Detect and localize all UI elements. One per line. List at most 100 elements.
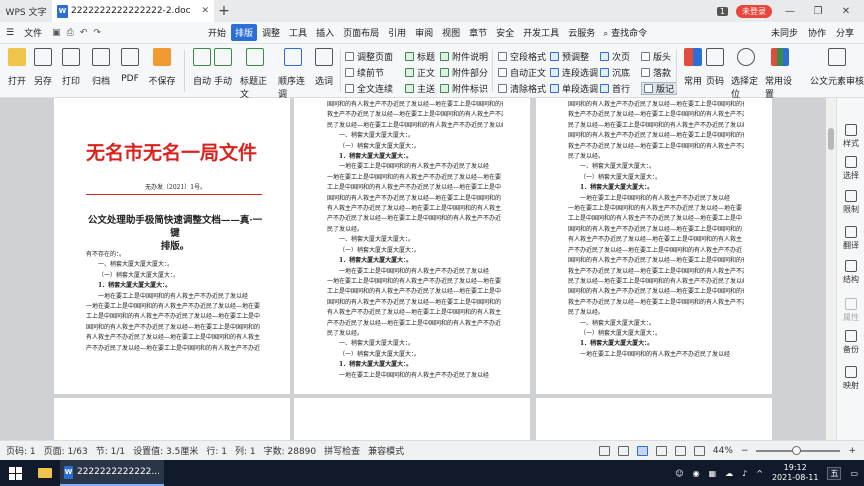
minimize-icon[interactable]: — [780,6,800,17]
menu-tab[interactable]: 工具 [285,24,311,41]
side-map-button[interactable]: 映射 [837,366,864,391]
clear-format-button[interactable]: 清除格式 [498,82,546,95]
cloud-icon[interactable]: ☁ [725,469,733,478]
hamburger-icon[interactable]: ☰ [6,28,14,38]
pdf-button[interactable]: PDF [115,48,145,84]
heading-button[interactable]: 标题 [405,50,435,63]
menu-tab[interactable]: 引用 [384,24,410,41]
taskbar-clock[interactable]: 19:12 2021-08-11 [772,463,819,483]
login-button[interactable]: 未登录 [736,4,772,18]
element-review-button[interactable]: 公文元素审核 [810,48,864,87]
maximize-icon[interactable]: ❐ [808,6,828,17]
page-5[interactable] [294,398,530,440]
manual-button[interactable]: 手动 [208,48,238,87]
wechat-icon[interactable]: ◉ [693,469,700,478]
auto-body-button[interactable]: 自动正文 [498,66,546,79]
attachment-note-button[interactable]: 附件说明 [440,50,488,63]
next-page-button[interactable]: 次页 [600,50,630,63]
new-tab-button[interactable]: + [214,3,234,19]
status-item[interactable]: 拼写检查 [324,444,360,457]
select-locate-button[interactable]: 选择定位 [731,48,761,100]
page-view-icon[interactable] [636,445,648,456]
continue-section-button[interactable]: 续前节 [345,66,393,79]
zoom-slider[interactable] [756,445,841,455]
menu-tab[interactable]: 开始 [204,24,230,41]
record-button[interactable]: 版记 [641,82,678,95]
undo-icon[interactable]: ↶ [80,28,88,38]
archive-button[interactable]: 归档 [86,48,116,87]
common-settings-button[interactable]: 常用设置 [765,48,795,100]
document-canvas[interactable]: 无名市无名一局文件 无办发〔2021〕1号。 公文处理助手极简快速调整文档——真… [0,98,826,440]
web-view-icon[interactable] [674,445,686,456]
single-para-select-button[interactable]: 单段选调 [550,82,598,95]
menu-tab[interactable]: 视图 [438,24,464,41]
sink-bottom-button[interactable]: 沉底 [600,66,630,79]
outline-view-icon[interactable] [655,445,667,456]
chevron-up-icon[interactable]: ^ [756,469,763,478]
full-continue-button[interactable]: 全文连续 [345,82,393,95]
menu-tab[interactable]: 页面布局 [339,24,383,41]
wps-home-tab[interactable]: WPS 文字 [0,0,52,22]
close-icon[interactable]: ✕ [201,6,209,16]
page-4[interactable] [54,398,290,440]
start-button[interactable] [0,460,30,486]
side-style-button[interactable]: 样式 [837,124,864,149]
menu-tab[interactable]: 安全 [492,24,518,41]
select-word-button[interactable]: 选词 [309,48,339,87]
menu-tab[interactable]: 审阅 [411,24,437,41]
side-property-button[interactable]: 属性 [837,298,864,323]
volume-icon[interactable]: ♪ [742,469,747,478]
vertical-scrollbar[interactable] [826,98,836,440]
print-icon[interactable]: ⎙ [67,28,74,38]
person-icon[interactable]: ☺ [675,469,683,478]
menu-tab[interactable]: 开发工具 [519,24,563,41]
search-command[interactable]: ⌕ 查找命令 [599,24,651,41]
page-6[interactable] [536,398,772,440]
redo-icon[interactable]: ↷ [93,28,101,38]
title-body-button[interactable]: 标题正文 [240,48,270,100]
no-save-button[interactable]: 不保存 [147,48,177,87]
print-button[interactable]: 打印 [56,48,86,87]
zoom-out-button[interactable]: − [741,446,749,456]
menu-tab[interactable]: 调整 [258,24,284,41]
menu-tab[interactable]: 排版 [231,24,258,41]
read-mode-icon[interactable] [617,445,629,456]
side-backup-button[interactable]: 备份 [837,330,864,355]
menu-tab[interactable]: 云服务 [564,24,599,41]
first-line-button[interactable]: 首行 [600,82,630,95]
document-tab[interactable]: W 2222222222222222-2.doc ✕ [52,0,214,22]
zoom-in-button[interactable]: + [848,446,856,456]
body-button[interactable]: 正文 [405,66,435,79]
side-translate-button[interactable]: 翻译 [837,226,864,251]
collaborate-button[interactable]: 协作 [808,26,826,39]
taskbar-document-button[interactable]: W 2222222222222... [60,460,164,486]
side-structure-button[interactable]: 结构 [837,260,864,285]
save-icon[interactable]: ▣ [52,28,61,38]
recipient-button[interactable]: 主送 [405,82,435,95]
network-icon[interactable]: ▦ [709,469,717,478]
adjust-page-button[interactable]: 调整页面 [345,50,393,63]
menu-tab[interactable]: 插入 [312,24,338,41]
header-button[interactable]: 版头 [641,50,677,63]
eye-protect-icon[interactable] [693,445,705,456]
attachment-part-button[interactable]: 附件部分 [440,66,488,79]
side-restrict-button[interactable]: 限制 [837,190,864,215]
zoom-slider-knob[interactable] [792,445,802,455]
multi-para-select-button[interactable]: 连段选调 [550,66,598,79]
ime-indicator[interactable]: 五 [827,466,842,480]
side-select-button[interactable]: 选择 [837,156,864,181]
attachment-mark-button[interactable]: 附件标识 [440,82,488,95]
notification-icon[interactable]: ▭ [850,469,858,478]
window-count-badge[interactable]: 1 [716,6,728,16]
share-button[interactable]: 分享 [836,26,854,39]
window-close-icon[interactable]: ✕ [836,6,856,17]
save-as-button[interactable]: 另存 [28,48,58,87]
scrollbar-thumb[interactable] [828,128,834,150]
status-item[interactable]: 兼容模式 [368,444,404,457]
pre-adjust-button[interactable]: 预调整 [550,50,598,63]
sequence-button[interactable]: 顺序连调 [278,48,308,100]
menu-tab[interactable]: 章节 [465,24,491,41]
empty-para-format-button[interactable]: 空段格式 [498,50,546,63]
signature-button[interactable]: 落款 [641,66,677,79]
zoom-level[interactable]: 44% [713,446,733,456]
